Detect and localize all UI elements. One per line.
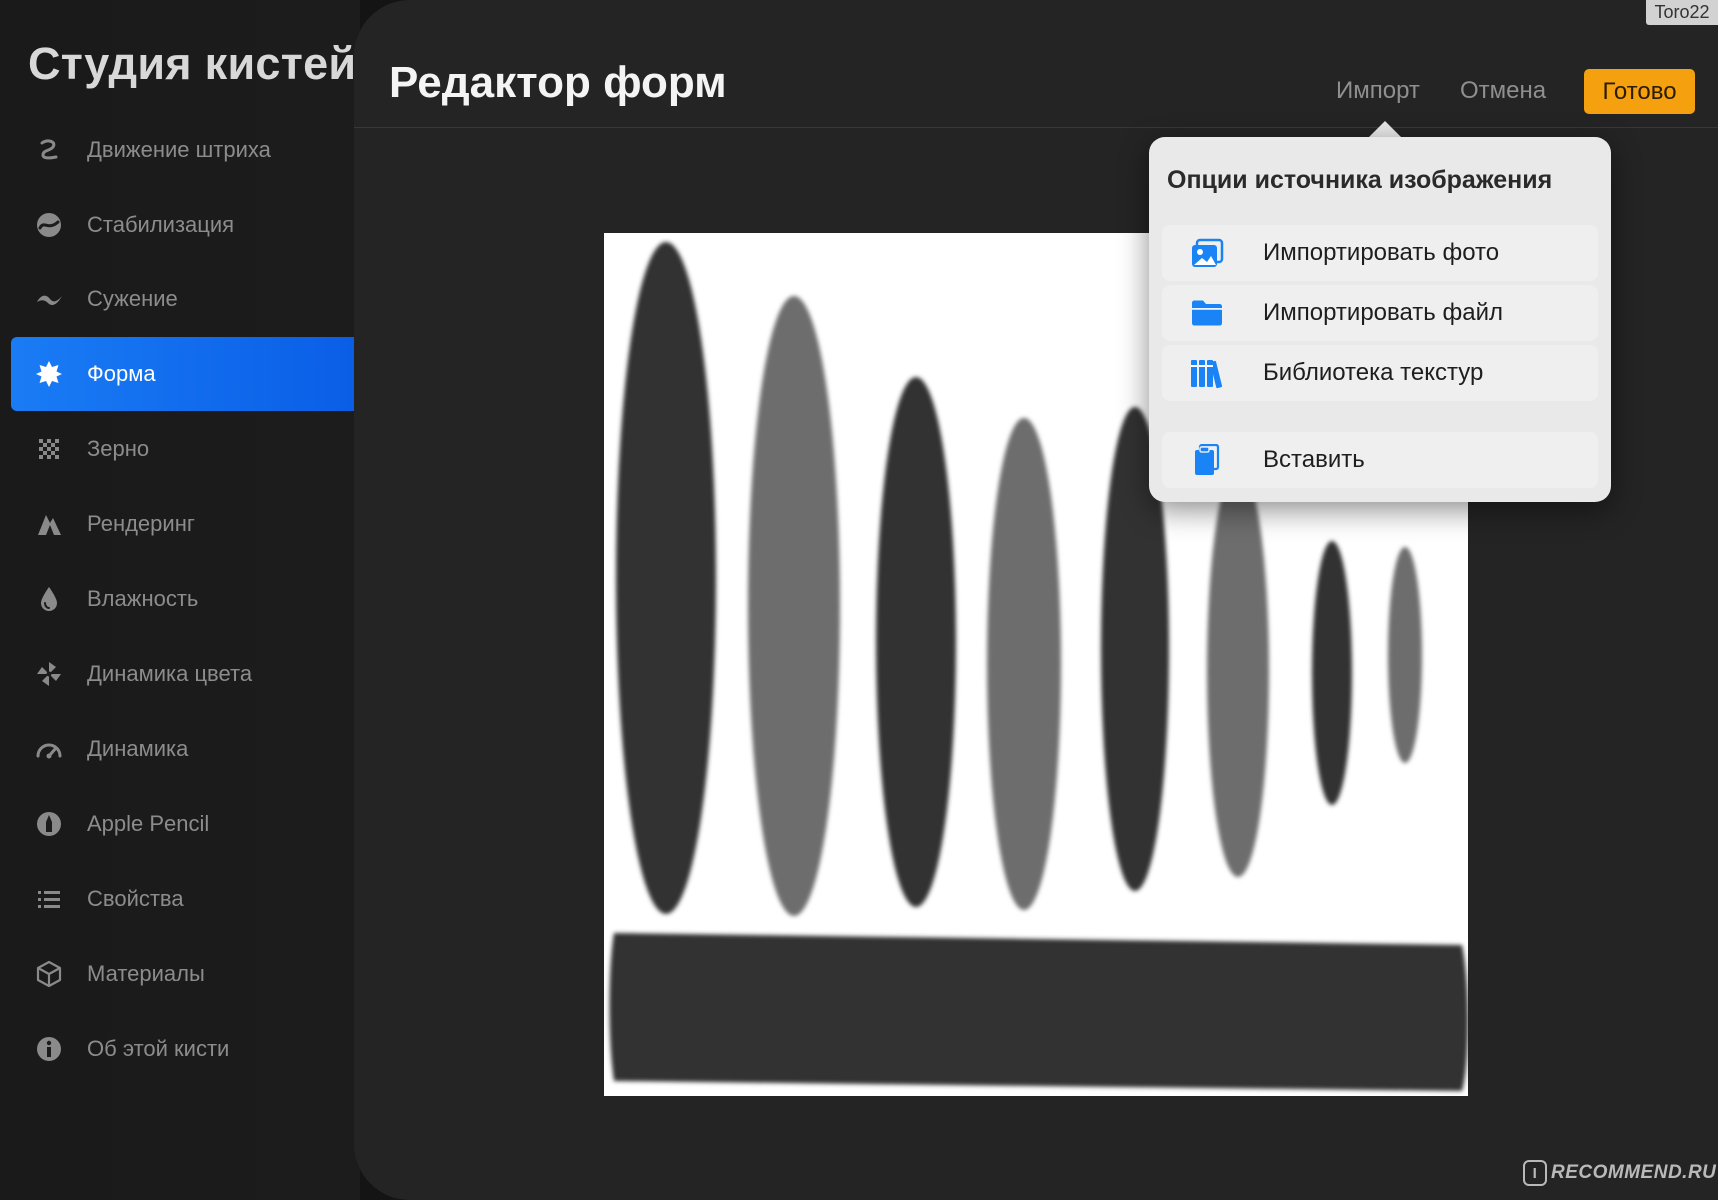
sidebar-item-label: Apple Pencil xyxy=(87,811,210,836)
import-photo-option[interactable]: Импортировать фото xyxy=(1162,225,1598,281)
paste-option[interactable]: Вставить xyxy=(1162,432,1598,488)
user-tag: Toro22 xyxy=(1646,0,1718,25)
shape-stroke-1 xyxy=(616,242,716,914)
dynamics-icon xyxy=(35,735,63,763)
properties-icon xyxy=(35,885,63,913)
materials-icon xyxy=(35,960,63,988)
import-file-option[interactable]: Импортировать файл xyxy=(1162,285,1598,341)
cancel-button[interactable]: Отмена xyxy=(1460,77,1546,105)
sidebar-item-label: Об этой кисти xyxy=(87,1036,230,1061)
shape-icon xyxy=(35,360,63,388)
sidebar-item-wet-mix[interactable]: Влажность xyxy=(11,562,355,636)
sidebar-item-materials[interactable]: Материалы xyxy=(11,937,355,1011)
library-icon xyxy=(1190,357,1224,389)
sidebar-item-color-dynamics[interactable]: Динамика цвета xyxy=(11,637,355,711)
sidebar-item-label: Стабилизация xyxy=(87,212,235,237)
done-button[interactable]: Готово xyxy=(1584,69,1695,114)
watermark-text: RECOMMEND.RU xyxy=(1551,1162,1717,1183)
stroke-path-icon xyxy=(35,136,63,164)
sidebar-item-about[interactable]: Об этой кисти xyxy=(11,1012,355,1086)
sidebar-item-stabilization[interactable]: Стабилизация xyxy=(11,188,355,262)
sidebar-item-properties[interactable]: Свойства xyxy=(11,862,355,936)
image-source-popover: Опции источника изображения Импортироват… xyxy=(1149,137,1611,502)
sidebar-item-label: Динамика цвета xyxy=(87,661,253,686)
shape-stroke-2 xyxy=(748,296,840,916)
option-label: Вставить xyxy=(1263,446,1365,473)
shape-stroke-3 xyxy=(876,377,956,907)
sidebar-item-apple-pencil[interactable]: Apple Pencil xyxy=(11,787,355,861)
sidebar-item-rendering[interactable]: Рендеринг xyxy=(11,487,355,561)
page-title: Редактор форм xyxy=(389,58,727,107)
sidebar-item-dynamics[interactable]: Динамика xyxy=(11,712,355,786)
sidebar-item-taper[interactable]: Сужение xyxy=(11,262,355,336)
sidebar-item-label: Динамика xyxy=(87,736,189,761)
rendering-icon xyxy=(35,510,63,538)
apple-pencil-icon xyxy=(35,810,63,838)
taper-icon xyxy=(35,285,63,313)
sidebar-item-label: Движение штриха xyxy=(87,137,271,162)
shape-stroke-8 xyxy=(1388,547,1422,763)
shape-stroke-4 xyxy=(987,418,1061,910)
stabilization-icon xyxy=(35,211,63,239)
popover-title: Опции источника изображения xyxy=(1167,166,1553,194)
sidebar-title: Студия кистей xyxy=(28,38,357,89)
info-icon xyxy=(35,1035,63,1063)
shape-stroke-7 xyxy=(1312,541,1352,805)
option-label: Импортировать файл xyxy=(1263,299,1503,326)
sidebar-item-grain[interactable]: Зерно xyxy=(11,412,355,486)
sidebar-item-label: Зерно xyxy=(87,436,150,461)
sidebar-item-label: Влажность xyxy=(87,586,199,611)
sidebar-item-label: Форма xyxy=(87,361,156,386)
popover-arrow xyxy=(1368,121,1402,138)
photo-icon xyxy=(1190,237,1224,269)
paste-icon xyxy=(1190,444,1224,476)
import-button[interactable]: Импорт xyxy=(1336,77,1420,105)
color-dynamics-icon xyxy=(35,660,63,688)
watermark: I RECOMMEND.RU xyxy=(1523,1158,1716,1188)
shape-bar xyxy=(609,933,1468,1091)
texture-library-option[interactable]: Библиотека текстур xyxy=(1162,345,1598,401)
sidebar-item-shape[interactable]: Форма xyxy=(11,337,355,411)
option-label: Библиотека текстур xyxy=(1263,359,1484,386)
option-label: Импортировать фото xyxy=(1263,239,1500,266)
folder-icon xyxy=(1190,297,1224,329)
grain-icon xyxy=(35,435,63,463)
shape-stroke-6 xyxy=(1207,465,1269,877)
sidebar: Студия кистей Движение штриха Стабилизац… xyxy=(0,0,360,1200)
sidebar-item-label: Свойства xyxy=(87,886,184,911)
sidebar-item-label: Сужение xyxy=(87,286,178,311)
wet-mix-icon xyxy=(35,585,63,613)
sidebar-item-label: Материалы xyxy=(87,961,205,986)
sidebar-item-label: Рендеринг xyxy=(87,511,195,536)
sidebar-item-stroke-path[interactable]: Движение штриха xyxy=(11,113,355,187)
header-bar: Редактор форм Импорт Отмена Готово xyxy=(354,0,1718,128)
watermark-logo-icon: I xyxy=(1523,1160,1547,1186)
